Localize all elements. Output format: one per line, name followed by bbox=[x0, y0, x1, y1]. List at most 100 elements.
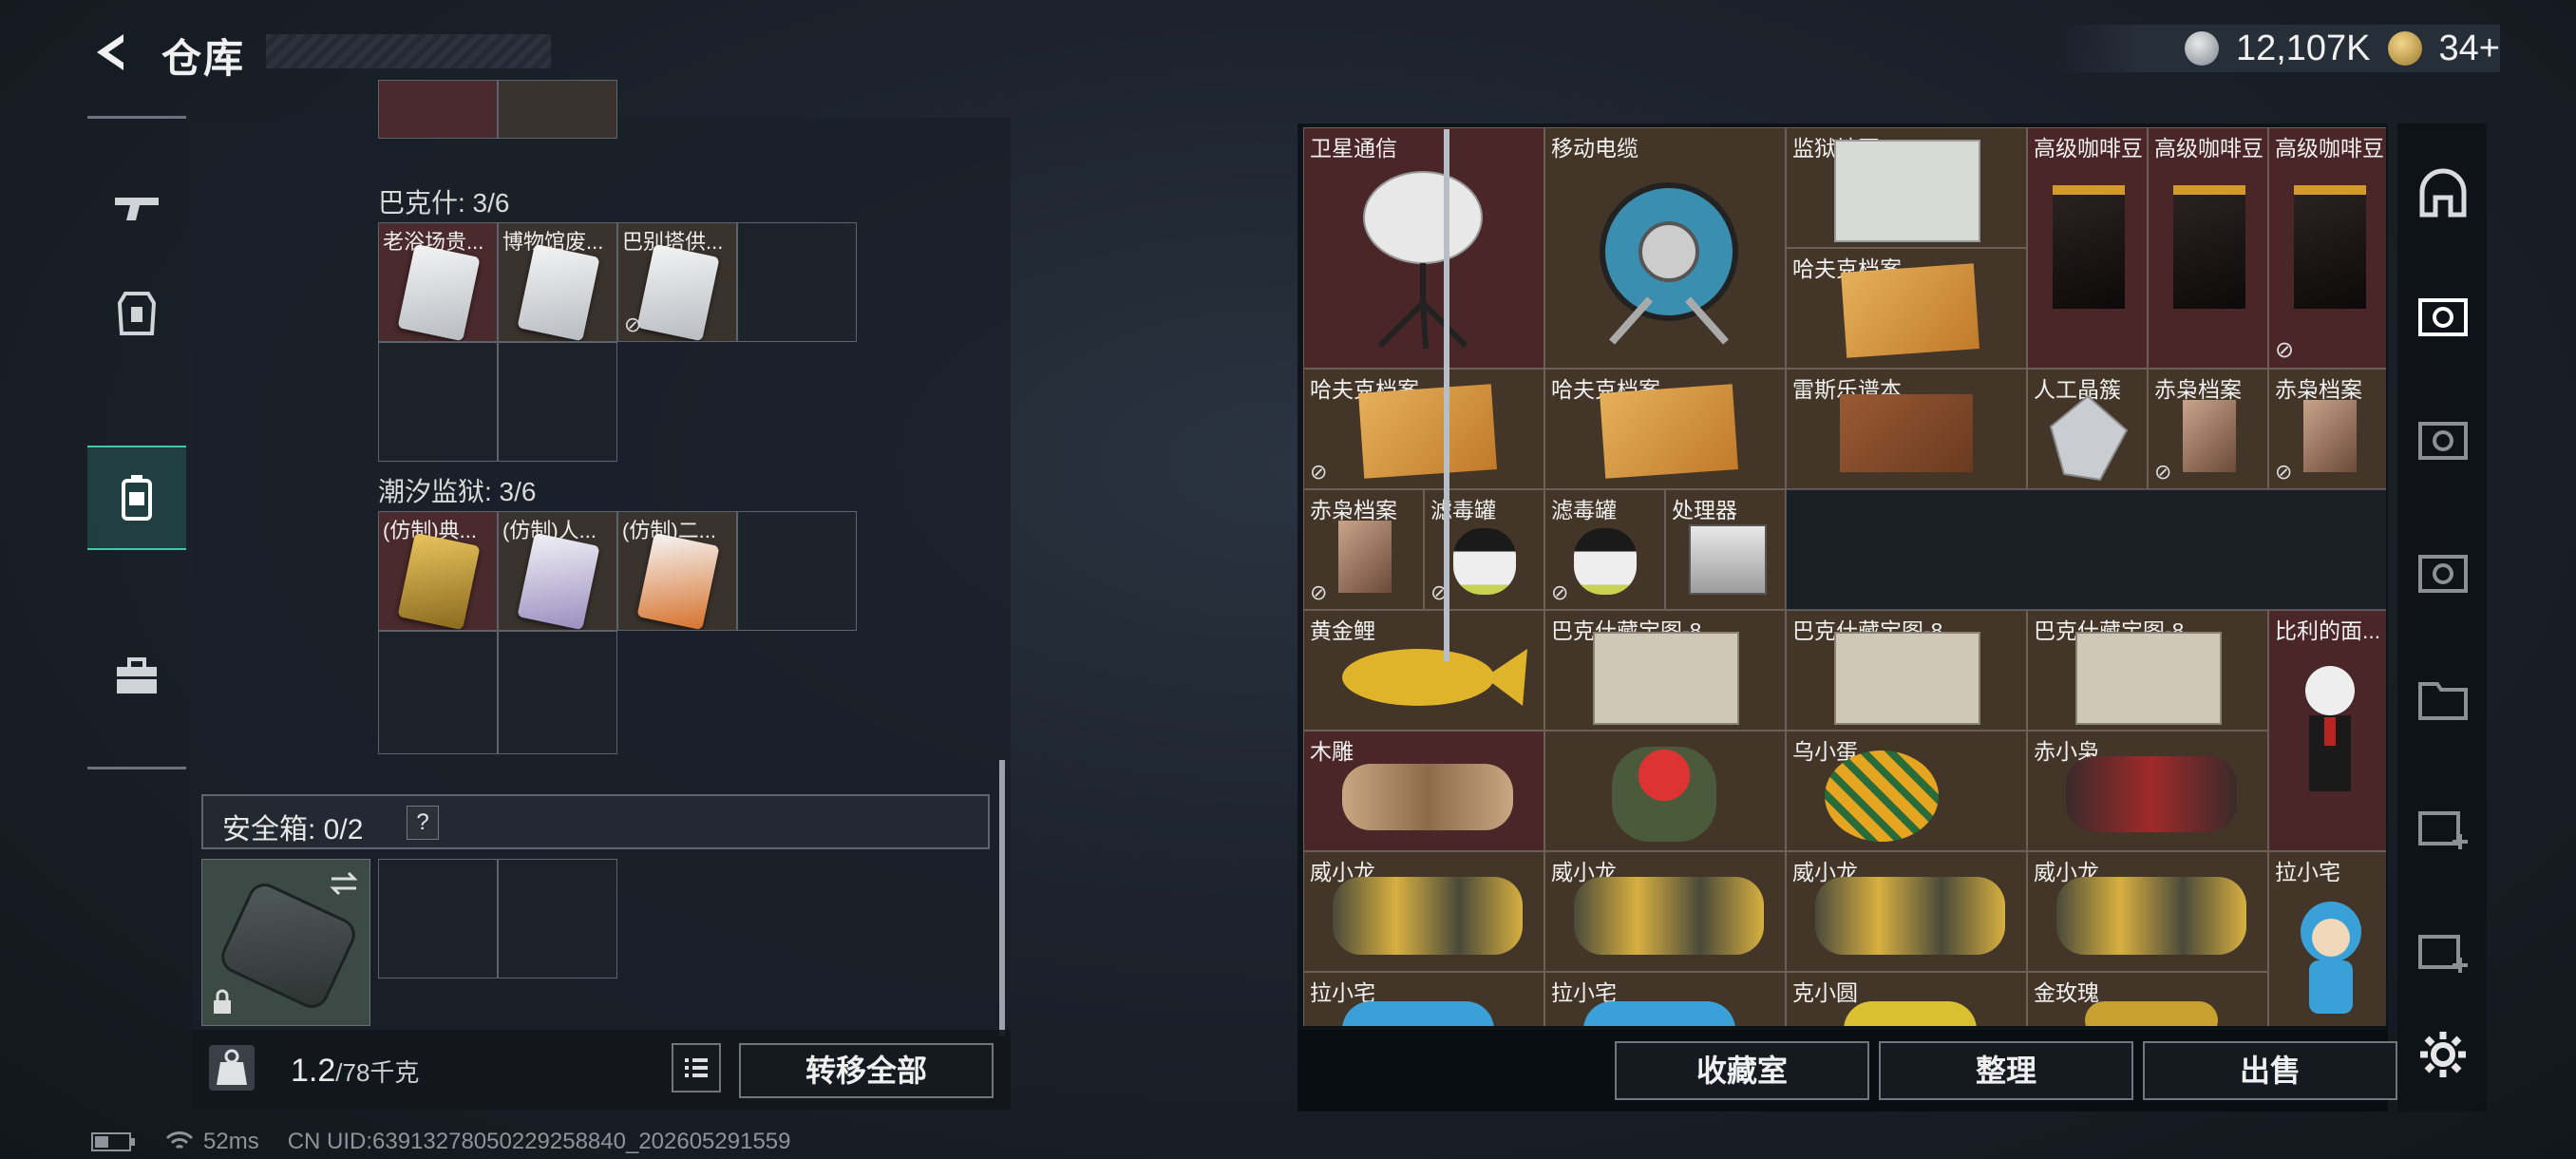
item-name: 移动电缆 bbox=[1551, 136, 1638, 161]
item-archive[interactable]: 哈夫克档案 ⊘ bbox=[1303, 369, 1544, 489]
item-dragon-figure[interactable]: 威小龙 bbox=[1544, 851, 1786, 972]
item-owl-archive[interactable]: 赤枭档案 ⊘ bbox=[1303, 489, 1424, 610]
item-golden-carp[interactable]: 黄金鲤 bbox=[1303, 610, 1544, 731]
scrollbar[interactable] bbox=[1444, 129, 1449, 661]
nav-armor[interactable] bbox=[87, 261, 186, 366]
inventory-item[interactable]: (仿制)人... bbox=[498, 511, 617, 631]
toolbox-icon bbox=[117, 657, 157, 694]
swap-icon[interactable] bbox=[328, 869, 360, 898]
item-owl-archive[interactable]: 赤枭档案 ⊘ bbox=[2268, 369, 2386, 489]
item-crystal[interactable]: 人工晶簇 bbox=[2027, 369, 2148, 489]
item-archive[interactable]: 哈夫克档案 bbox=[1786, 248, 2027, 369]
empty-slot[interactable] bbox=[498, 631, 617, 754]
item-filter[interactable]: 滤毒罐 ⊘ bbox=[1544, 489, 1665, 610]
empty-slot[interactable] bbox=[378, 342, 498, 462]
token-amount[interactable]: 34+ bbox=[2439, 28, 2500, 69]
nav-weapons[interactable] bbox=[87, 155, 186, 259]
item-coffee[interactable]: 高级咖啡豆 bbox=[2027, 127, 2148, 369]
map-icon bbox=[1834, 632, 1980, 725]
item-egg-figure[interactable]: 乌小蛋 bbox=[1786, 731, 2027, 851]
item-figurine[interactable] bbox=[1544, 731, 1786, 851]
add-storage-icon[interactable] bbox=[2416, 923, 2470, 977]
item-lazhai-figure[interactable]: 拉小宅 bbox=[2268, 851, 2386, 1026]
page-title: 仓库 bbox=[161, 36, 246, 81]
item-coffee[interactable]: 高级咖啡豆 ⊘ bbox=[2268, 127, 2386, 369]
scrollbar[interactable] bbox=[999, 760, 1005, 1036]
figurine-icon bbox=[1844, 1001, 1977, 1026]
inventory-item[interactable]: 博物馆废... bbox=[498, 222, 617, 342]
figurine-icon bbox=[2066, 756, 2237, 832]
inventory-cell[interactable] bbox=[378, 80, 498, 139]
collection-button[interactable]: 收藏室 bbox=[1615, 1041, 1869, 1100]
empty-slot[interactable] bbox=[378, 859, 498, 978]
empty-slot[interactable] bbox=[1786, 489, 2386, 610]
empty-slot[interactable] bbox=[498, 342, 617, 462]
nav-backpack[interactable] bbox=[87, 446, 186, 550]
nav-toolbox[interactable] bbox=[87, 624, 186, 729]
item-dragon-figure[interactable]: 威小龙 bbox=[2027, 851, 2268, 972]
helmet-icon[interactable] bbox=[2416, 167, 2470, 220]
add-storage-icon[interactable] bbox=[2416, 800, 2470, 853]
item-satellite[interactable]: 卫星通信 bbox=[1303, 127, 1544, 369]
item-name: 高级咖啡豆 bbox=[2154, 136, 2263, 161]
coffee-bag-icon bbox=[2294, 185, 2366, 309]
item-prison-map[interactable]: 监狱地图1 bbox=[1786, 127, 2027, 248]
item-lazhai-figure[interactable]: 拉小宅 bbox=[1303, 972, 1544, 1026]
list-view-button[interactable] bbox=[672, 1043, 721, 1092]
empty-slot[interactable] bbox=[378, 631, 498, 754]
access-card-icon bbox=[397, 532, 481, 630]
warehouse-grid[interactable]: 卫星通信 移动电缆 监狱地图1 高级咖啡豆 高级咖啡豆 高级咖啡豆 ⊘ 哈夫克档… bbox=[1303, 127, 2386, 1026]
item-name: 滤毒罐 bbox=[1551, 498, 1617, 522]
item-owl-archive[interactable]: 赤枭档案 ⊘ bbox=[2148, 369, 2268, 489]
item-billy-mask[interactable]: 比利的面... bbox=[2268, 610, 2386, 851]
item-golden-rose[interactable]: 金玫瑰 bbox=[2027, 972, 2268, 1026]
item-owl-figure[interactable]: 赤小枭 bbox=[2027, 731, 2268, 851]
item-filter[interactable]: 滤毒罐 ⊘ bbox=[1424, 489, 1544, 610]
crystal-icon bbox=[2049, 394, 2129, 482]
figurine-icon bbox=[1815, 877, 2005, 955]
item-treasure-map[interactable]: 巴克什藏宝图-8 bbox=[1544, 610, 1786, 731]
filter-canister-icon bbox=[1453, 528, 1516, 595]
item-cable-reel[interactable]: 移动电缆 bbox=[1544, 127, 1786, 369]
empty-slot[interactable] bbox=[737, 511, 857, 631]
item-wood-carving[interactable]: 木雕 bbox=[1303, 731, 1544, 851]
safe-icon[interactable] bbox=[2416, 291, 2470, 344]
empty-slot[interactable] bbox=[737, 222, 857, 342]
empty-slot[interactable] bbox=[498, 859, 617, 978]
back-arrow-icon[interactable] bbox=[87, 28, 135, 76]
figurine-icon bbox=[2301, 902, 2361, 1014]
item-dragon-figure[interactable]: 威小龙 bbox=[1303, 851, 1544, 972]
safe-icon[interactable] bbox=[2416, 547, 2470, 600]
transfer-all-button[interactable]: 转移全部 bbox=[739, 1043, 994, 1098]
item-archive[interactable]: 哈夫克档案 bbox=[1544, 369, 1786, 489]
folder-icon[interactable] bbox=[2416, 673, 2470, 726]
item-name: 比利的面... bbox=[2275, 618, 2381, 643]
inventory-item[interactable]: (仿制)典... bbox=[378, 511, 498, 631]
item-dragon-figure[interactable]: 威小龙 bbox=[1786, 851, 2027, 972]
item-lazhai-figure[interactable]: 拉小宅 bbox=[1544, 972, 1786, 1026]
coffee-bag-icon bbox=[2173, 185, 2245, 309]
item-treasure-map[interactable]: 巴克什藏宝图-8 bbox=[2027, 610, 2268, 731]
item-treasure-map[interactable]: 巴克什藏宝图-8 bbox=[1786, 610, 2027, 731]
gear-icon[interactable] bbox=[2416, 1028, 2470, 1081]
safe-icon[interactable] bbox=[2416, 414, 2470, 467]
inventory-item[interactable]: 老浴场贵... bbox=[378, 222, 498, 342]
help-button[interactable]: ? bbox=[407, 806, 439, 840]
sort-button[interactable]: 整理 bbox=[1879, 1041, 2133, 1100]
inventory-item[interactable]: 巴别塔供... ⊘ bbox=[617, 222, 737, 342]
safe-case-icon bbox=[216, 878, 361, 1014]
figurine-icon bbox=[1574, 877, 1764, 955]
item-songbook[interactable]: 雷斯乐谱本 bbox=[1786, 369, 2027, 489]
lock-icon bbox=[214, 989, 231, 1014]
item-coffee[interactable]: 高级咖啡豆 bbox=[2148, 127, 2268, 369]
item-keyuan-figure[interactable]: 克小圆 bbox=[1786, 972, 2027, 1026]
item-processor[interactable]: 处理器 bbox=[1665, 489, 1786, 610]
sell-button[interactable]: 出售 bbox=[2143, 1041, 2397, 1100]
wifi-icon bbox=[165, 1131, 194, 1150]
inventory-cell[interactable] bbox=[498, 80, 617, 139]
inventory-item[interactable]: (仿制)二... bbox=[617, 511, 737, 631]
section-label-bakesh: 巴克什: 3/6 bbox=[378, 188, 510, 218]
safe-box-slot[interactable] bbox=[201, 859, 370, 1026]
no-insure-icon: ⊘ bbox=[1310, 580, 1328, 604]
item-name: 拉小宅 bbox=[2275, 860, 2340, 884]
